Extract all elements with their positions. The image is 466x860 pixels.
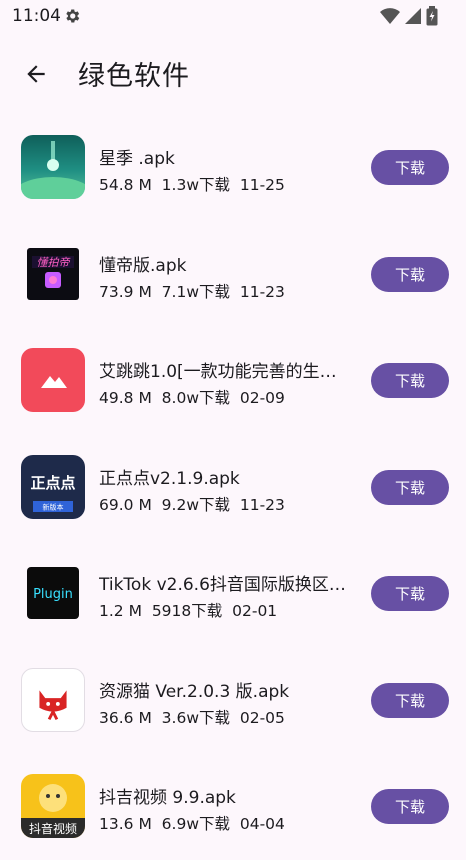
top-app-bar: 绿色软件 — [0, 40, 466, 104]
arrow-back-icon — [27, 65, 45, 83]
download-button[interactable]: 下载 — [371, 150, 449, 185]
app-size: 49.8 M — [99, 389, 152, 407]
list-item[interactable]: 懂拍帝 懂帝版.apk 73.9 M 7.1w下载 11-23 下载 — [0, 221, 466, 328]
status-bar: 11:04 — [0, 0, 466, 32]
icon-sublabel: 新版本 — [43, 502, 64, 511]
app-downloads: 7.1w下载 — [161, 282, 230, 301]
app-name: 资源猫 Ver.2.0.3 版.apk — [99, 681, 290, 702]
back-button[interactable] — [18, 56, 54, 92]
icon-label: 正点点 — [30, 474, 75, 492]
list-item[interactable]: Plugin TikTok v2.6.6抖音国际版换区插件 1.2 M 5918… — [0, 540, 466, 647]
status-time: 11:04 — [12, 6, 61, 26]
list-item[interactable]: 正点点 新版本 正点点v2.1.9.apk 69.0 M 9.2w下载 11-2… — [0, 434, 466, 541]
app-downloads: 9.2w下载 — [161, 495, 230, 514]
zhengdiandian-icon: 正点点 新版本 — [21, 454, 85, 519]
app-downloads: 1.3w下载 — [161, 176, 230, 194]
app-size: 54.8 M — [99, 176, 152, 194]
app-name: 艾跳跳1.0[一款功能完善的生活服务 — [99, 362, 347, 382]
app-date: 11-23 — [239, 282, 285, 301]
app-list: 星季 .apk 54.8 M 1.3w下载 11-25 下载 懂拍帝 懂帝版.a… — [0, 114, 466, 860]
app-date: 11-25 — [239, 176, 285, 194]
svg-text:懂拍帝: 懂拍帝 — [37, 256, 71, 269]
app-date: 02-01 — [232, 602, 278, 620]
list-item[interactable]: 星季 .apk 54.8 M 1.3w下载 11-25 下载 — [0, 114, 466, 221]
app-meta: 1.2 M 5918下载 02-01 — [99, 599, 277, 621]
aitiaotiao-icon — [21, 348, 85, 412]
app-name: 抖吉视频 9.9.apk — [99, 788, 236, 808]
app-name: 正点点v2.1.9.apk — [99, 468, 240, 489]
app-meta: 49.8 M 8.0w下载 02-09 — [99, 386, 285, 408]
app-name: TikTok v2.6.6抖音国际版换区插件 — [99, 575, 347, 595]
app-size: 73.9 M — [99, 282, 152, 301]
icon-label: Plugin — [33, 587, 73, 602]
download-button[interactable]: 下载 — [371, 789, 449, 824]
download-button[interactable]: 下载 — [371, 469, 449, 505]
plugin-icon: Plugin — [21, 561, 85, 625]
app-size: 36.6 M — [99, 708, 152, 727]
app-meta: 36.6 M 3.6w下载 02-05 — [99, 706, 285, 728]
cell-signal-icon — [405, 8, 421, 24]
app-meta: 69.0 M 9.2w下载 11-23 — [99, 493, 285, 515]
download-button[interactable]: 下载 — [371, 256, 449, 292]
battery-icon — [426, 6, 438, 26]
app-downloads: 5918下载 — [151, 602, 223, 620]
app-date: 11-23 — [239, 495, 285, 514]
download-button[interactable]: 下载 — [371, 682, 449, 718]
list-item[interactable]: 资源猫 Ver.2.0.3 版.apk 36.6 M 3.6w下载 02-05 … — [0, 647, 466, 754]
app-downloads: 8.0w下载 — [161, 389, 230, 407]
download-button[interactable]: 下载 — [371, 576, 449, 611]
app-name: 懂帝版.apk — [99, 255, 187, 276]
download-button[interactable]: 下载 — [371, 363, 449, 398]
app-date: 02-05 — [239, 708, 285, 727]
app-downloads: 6.9w下载 — [161, 815, 230, 833]
list-item[interactable]: 抖音视频 抖吉视频 9.9.apk 13.6 M 6.9w下载 04-04 下载 — [0, 753, 466, 860]
app-size: 69.0 M — [99, 495, 152, 514]
list-item[interactable]: 艾跳跳1.0[一款功能完善的生活服务 49.8 M 8.0w下载 02-09 下… — [0, 327, 466, 434]
app-name: 星季 .apk — [99, 149, 175, 169]
app-size: 1.2 M — [99, 602, 142, 620]
xingji-icon — [21, 135, 85, 199]
app-date: 04-04 — [239, 815, 285, 833]
doujishipin-icon: 抖音视频 — [21, 774, 85, 838]
cat-icon — [21, 667, 85, 732]
wifi-icon — [380, 8, 400, 24]
app-size: 13.6 M — [99, 815, 152, 833]
page-title: 绿色软件 — [78, 61, 190, 92]
app-date: 02-09 — [239, 389, 285, 407]
icon-label: 抖音视频 — [29, 821, 77, 836]
dongdi-icon: 懂拍帝 — [21, 241, 85, 306]
settings-gear-icon — [66, 9, 80, 23]
app-downloads: 3.6w下载 — [161, 708, 230, 727]
app-meta: 54.8 M 1.3w下载 11-25 — [99, 173, 285, 195]
app-meta: 73.9 M 7.1w下载 11-23 — [99, 280, 285, 302]
